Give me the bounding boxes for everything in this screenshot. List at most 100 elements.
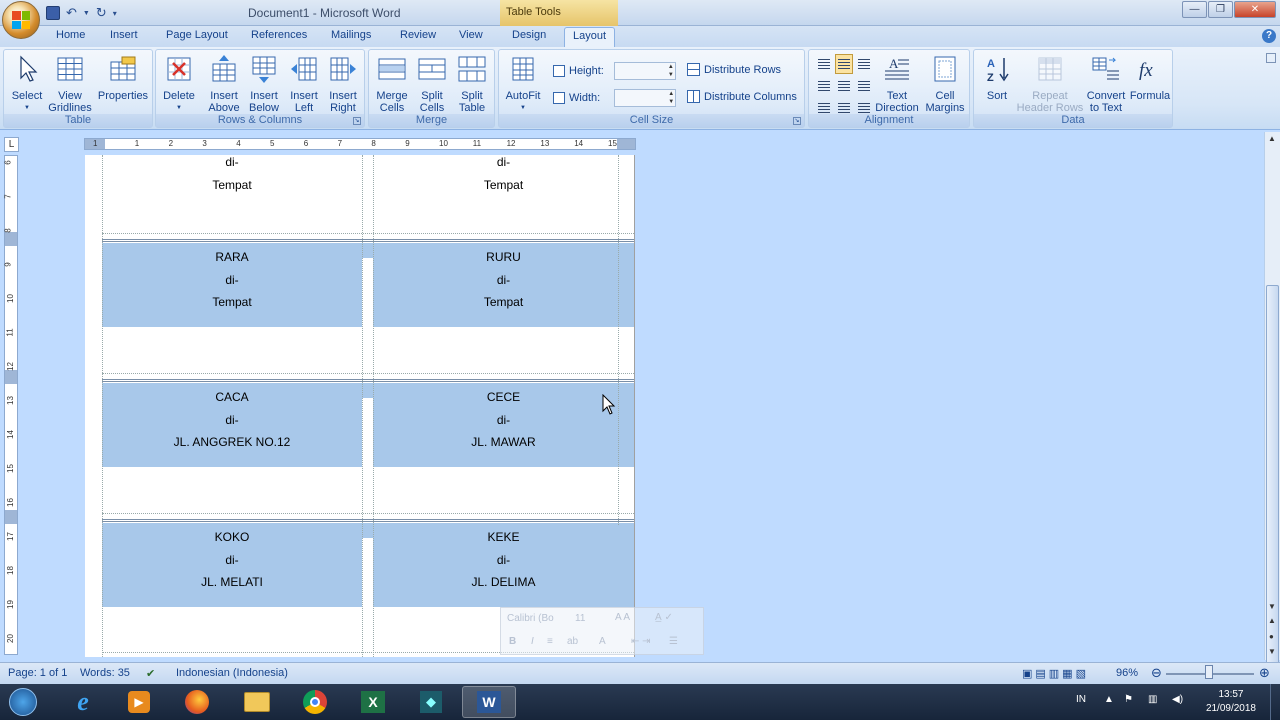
next-page-icon[interactable]: ▼ [1268, 647, 1276, 656]
convert-to-text-button[interactable]: Convert to Text [1084, 54, 1128, 114]
delete-button[interactable]: Delete ▼ [159, 54, 199, 114]
save-icon[interactable] [46, 6, 60, 20]
width-input[interactable] [614, 89, 677, 107]
mini-font-name[interactable]: Calibri (Bo [507, 613, 554, 624]
distribute-rows-button[interactable]: Distribute Rows [687, 63, 781, 76]
action-center-icon[interactable]: ⚑ [1124, 694, 1133, 705]
file-explorer-icon[interactable] [230, 686, 284, 718]
bold-icon[interactable]: B [509, 636, 516, 647]
view-buttons[interactable]: ▣▤▥▦▧ [1022, 667, 1089, 680]
italic-icon[interactable]: I [531, 636, 534, 647]
repeat-header-rows-button[interactable]: Repeat Header Rows [1016, 54, 1084, 114]
merge-cells-button[interactable]: Merge Cells [372, 54, 412, 114]
table-cell[interactable]: CACA di- JL. ANGGREK NO.12 [102, 386, 362, 454]
network-icon[interactable]: ▥ [1148, 694, 1157, 705]
customize-qat-icon[interactable]: ▾ [113, 9, 117, 18]
tab-page-layout[interactable]: Page Layout [166, 29, 228, 41]
bullets-icon[interactable]: ☰ [669, 636, 678, 647]
office-button[interactable] [2, 1, 40, 39]
tray-expand-icon[interactable]: ▲ [1104, 694, 1114, 705]
browse-object-icon[interactable]: ● [1269, 632, 1274, 641]
table-cell[interactable]: CECE di- JL. MAWAR [373, 386, 634, 454]
split-cells-button[interactable]: Split Cells [412, 54, 452, 114]
distribute-columns-button[interactable]: Distribute Columns [687, 90, 797, 103]
scroll-down-arrow-icon[interactable]: ▼ [1268, 602, 1276, 611]
view-gridlines-button[interactable]: View Gridlines [48, 54, 92, 114]
styles-icon[interactable]: A̲ ✓ [655, 612, 673, 623]
tab-references[interactable]: References [251, 29, 307, 41]
restore-button[interactable]: ❐ [1208, 1, 1233, 18]
indent-icon[interactable]: ⇤ ⇥ [631, 636, 651, 647]
rows-columns-launcher-icon[interactable]: ↘ [353, 117, 361, 125]
mini-font-size[interactable]: 11 [575, 613, 585, 624]
language-bar[interactable]: IN [1076, 694, 1086, 705]
internet-explorer-icon[interactable]: e [56, 686, 110, 718]
word-count[interactable]: Words: 35 [80, 667, 130, 679]
undo-dropdown-icon[interactable]: ▼ [83, 10, 90, 17]
align-top-left-icon[interactable] [815, 54, 833, 74]
insert-left-button[interactable]: Insert Left [284, 54, 324, 114]
help-icon[interactable]: ? [1262, 29, 1276, 43]
text-direction-button[interactable]: A Text Direction [873, 54, 921, 114]
table-cell[interactable]: RARA di- Tempat [102, 246, 362, 314]
proofing-check-icon[interactable]: ✔ [146, 667, 155, 680]
font-color-icon[interactable]: A [599, 636, 606, 647]
minimize-button[interactable]: — [1182, 1, 1207, 18]
document-page[interactable]: di- Tempat di- Tempat RARA di- Tempat RU… [85, 155, 635, 657]
close-button[interactable]: ✕ [1234, 1, 1276, 18]
firefox-icon[interactable] [170, 686, 224, 718]
table-cell[interactable]: di- Tempat [102, 155, 362, 196]
align-center-left-icon[interactable] [815, 76, 833, 96]
autofit-button[interactable]: AutoFit ▼ [501, 54, 545, 114]
horizontal-ruler[interactable]: 1 1 2 3 4 5 6 7 8 9 10 11 12 13 14 15 [84, 138, 636, 150]
align-top-right-icon[interactable] [855, 54, 873, 74]
align-top-center-icon[interactable] [835, 54, 853, 74]
zoom-level[interactable]: 96% [1116, 667, 1138, 679]
language-indicator[interactable]: Indonesian (Indonesia) [176, 667, 288, 679]
tab-home[interactable]: Home [56, 29, 85, 41]
zoom-out-icon[interactable]: ⊖ [1151, 665, 1162, 681]
vertical-ruler[interactable]: 6 7 8 9 10 11 12 13 14 15 16 17 18 19 20 [4, 155, 18, 655]
page-count[interactable]: Page: 1 of 1 [8, 667, 67, 679]
insert-below-button[interactable]: Insert Below [244, 54, 284, 114]
undo-icon[interactable]: ↶ [66, 5, 77, 21]
align-center-right-icon[interactable] [855, 76, 873, 96]
table-cell[interactable]: KEKE di- JL. DELIMA [373, 526, 634, 594]
mini-toolbar[interactable]: Calibri (Bo 11 A A A̲ ✓ B I ≡ ab A ⇤ ⇥ ☰ [500, 607, 704, 655]
table-cell[interactable]: di- Tempat [373, 155, 634, 196]
ribbon-side-icon[interactable] [1266, 53, 1276, 63]
table-cell[interactable]: KOKO di- JL. MELATI [102, 526, 362, 594]
zoom-slider-thumb[interactable] [1205, 665, 1213, 679]
center-align-icon[interactable]: ≡ [547, 636, 553, 647]
tab-layout[interactable]: Layout [564, 27, 616, 48]
zoom-in-icon[interactable]: ⊕ [1259, 665, 1270, 681]
filmora-icon[interactable]: ◆ [404, 686, 458, 718]
tab-selector[interactable]: L [4, 137, 19, 152]
sort-button[interactable]: AZ Sort [977, 54, 1017, 102]
cell-margins-button[interactable]: Cell Margins [923, 54, 967, 114]
insert-above-button[interactable]: Insert Above [204, 54, 244, 114]
tab-design[interactable]: Design [512, 29, 546, 41]
highlight-icon[interactable]: ab [567, 636, 578, 647]
clock[interactable]: 13:57 21/09/2018 [1206, 688, 1256, 716]
word-icon[interactable]: W [462, 686, 516, 718]
tab-mailings[interactable]: Mailings [331, 29, 371, 41]
tab-insert[interactable]: Insert [110, 29, 138, 41]
previous-page-icon[interactable]: ▲ [1268, 616, 1276, 625]
volume-icon[interactable]: ◀) [1172, 694, 1183, 705]
formula-button[interactable]: fx Formula [1128, 54, 1172, 102]
grow-font-icon[interactable]: A A [615, 612, 630, 623]
excel-icon[interactable]: X [346, 686, 400, 718]
vertical-scrollbar[interactable]: ▲ ▼ ▲ ● ▼ [1264, 132, 1280, 720]
show-desktop-button[interactable] [1270, 684, 1280, 720]
properties-button[interactable]: Properties [96, 54, 150, 102]
redo-icon[interactable]: ↻ [96, 5, 107, 21]
table-cell[interactable]: RURU di- Tempat [373, 246, 634, 314]
media-player-icon[interactable]: ▶ [112, 686, 166, 718]
tab-view[interactable]: View [459, 29, 483, 41]
height-input[interactable] [613, 62, 676, 80]
cell-size-launcher-icon[interactable]: ↘ [793, 117, 801, 125]
select-button[interactable]: Select ▼ [8, 54, 46, 114]
insert-right-button[interactable]: Insert Right [323, 54, 363, 114]
start-button[interactable] [0, 686, 46, 718]
